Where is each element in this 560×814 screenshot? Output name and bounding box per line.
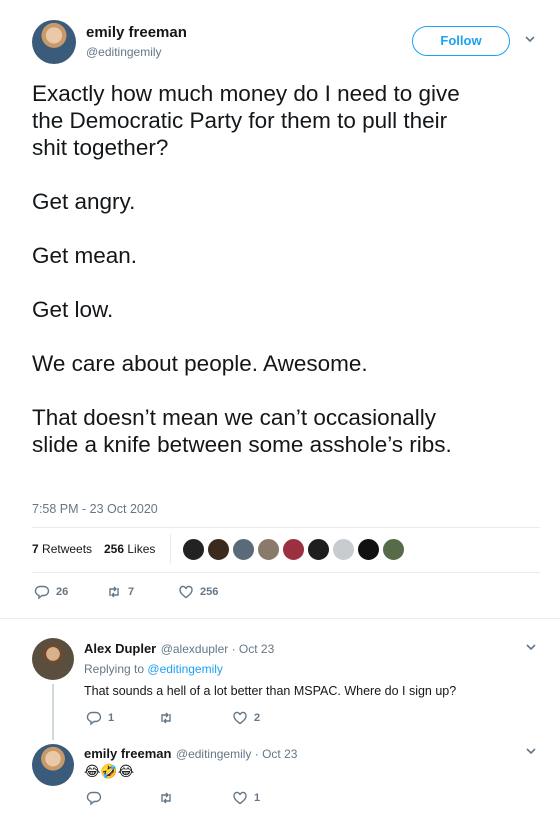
tweet-line: We care about people. Awesome.	[32, 351, 368, 376]
reply-count: 26	[56, 586, 69, 598]
liker-avatars	[182, 538, 405, 561]
reply-text: 😂🤣😂	[84, 763, 135, 779]
reply-avatar[interactable]	[32, 744, 74, 786]
liker-avatar[interactable]	[232, 538, 255, 561]
retweet-icon	[161, 792, 171, 804]
reply-author-name[interactable]: Alex Dupler	[84, 641, 156, 656]
stats-separator	[170, 534, 171, 564]
author-name[interactable]: emily freeman	[86, 24, 187, 41]
tweet-line: Get mean.	[32, 243, 138, 268]
divider	[0, 618, 560, 619]
retweet-action[interactable]: 7	[106, 584, 134, 600]
liker-avatar[interactable]	[207, 538, 230, 561]
author-handle[interactable]: @editingemily	[86, 45, 162, 59]
like-action[interactable]: 2	[232, 710, 260, 726]
like-count: 1	[254, 792, 261, 804]
tweet-line: the Democratic Party for them to pull th…	[32, 108, 448, 133]
liker-avatar[interactable]	[307, 538, 330, 561]
reply-icon	[86, 791, 102, 806]
reply-action[interactable]: 26	[34, 584, 68, 600]
chevron-down-icon[interactable]	[524, 640, 538, 657]
reply-icon	[34, 585, 50, 600]
likes-count: 256	[104, 542, 125, 556]
retweet-action[interactable]	[158, 710, 180, 726]
heart-icon	[233, 791, 247, 805]
tweet-line: Exactly how much money do I need to give	[32, 81, 460, 106]
like-count: 256	[200, 586, 219, 598]
heart-icon	[233, 711, 247, 725]
tweet-body: Exactly how much money do I need to give…	[32, 80, 542, 458]
liker-avatar[interactable]	[182, 538, 205, 561]
tweet-line: Get low.	[32, 297, 114, 322]
thread-line	[52, 684, 54, 740]
reply-count: 1	[108, 712, 115, 724]
liker-avatar[interactable]	[257, 538, 280, 561]
retweets-stat[interactable]: 7 Retweets	[32, 542, 92, 556]
likes-label: Likes	[127, 542, 156, 556]
heart-icon	[179, 585, 193, 599]
author-avatar[interactable]	[32, 20, 76, 64]
tweet-line: slide a knife between some asshole’s rib…	[32, 432, 452, 457]
reply-avatar[interactable]	[32, 638, 74, 680]
chevron-down-icon[interactable]	[524, 744, 538, 761]
like-action[interactable]: 1	[232, 790, 260, 806]
reply-author-name[interactable]: emily freeman	[84, 746, 171, 761]
reply-author-meta[interactable]: @editingemily · Oct 23	[176, 747, 298, 761]
tweet-line: That doesn’t mean we can’t occasionally	[32, 405, 436, 430]
liker-avatar[interactable]	[282, 538, 305, 561]
divider	[32, 527, 540, 528]
tweet-timestamp[interactable]: 7:58 PM - 23 Oct 2020	[32, 502, 158, 516]
reply-header: Alex Dupler @alexdupler · Oct 23	[84, 640, 274, 658]
likes-stat[interactable]: 256 Likes	[104, 542, 155, 556]
liker-avatar[interactable]	[332, 538, 355, 561]
replying-to: Replying to @editingemily	[84, 662, 223, 676]
chevron-down-icon[interactable]	[523, 32, 537, 49]
retweet-count: 7	[128, 586, 135, 598]
reply-text: That sounds a hell of a lot better than …	[84, 684, 457, 698]
like-count: 2	[254, 712, 261, 724]
retweet-action[interactable]	[158, 790, 180, 806]
reply-header: emily freeman @editingemily · Oct 23	[84, 745, 297, 763]
reply-action[interactable]: 1	[86, 710, 114, 726]
reply-action[interactable]	[86, 790, 108, 806]
retweets-count: 7	[32, 542, 39, 556]
retweet-icon	[161, 712, 171, 724]
replying-to-handle[interactable]: @editingemily	[147, 662, 223, 676]
tweet-line: Get angry.	[32, 189, 136, 214]
tweet-line: shit together?	[32, 135, 169, 160]
retweets-label: Retweets	[42, 542, 93, 556]
replying-to-label: Replying to	[84, 662, 145, 676]
like-action[interactable]: 256	[178, 584, 218, 600]
retweet-icon	[109, 586, 119, 598]
reply-icon	[86, 711, 102, 726]
follow-button[interactable]: Follow	[412, 26, 510, 56]
reply-author-meta[interactable]: @alexdupler · Oct 23	[161, 642, 275, 656]
divider	[32, 572, 540, 573]
liker-avatar[interactable]	[382, 538, 405, 561]
liker-avatar[interactable]	[357, 538, 380, 561]
